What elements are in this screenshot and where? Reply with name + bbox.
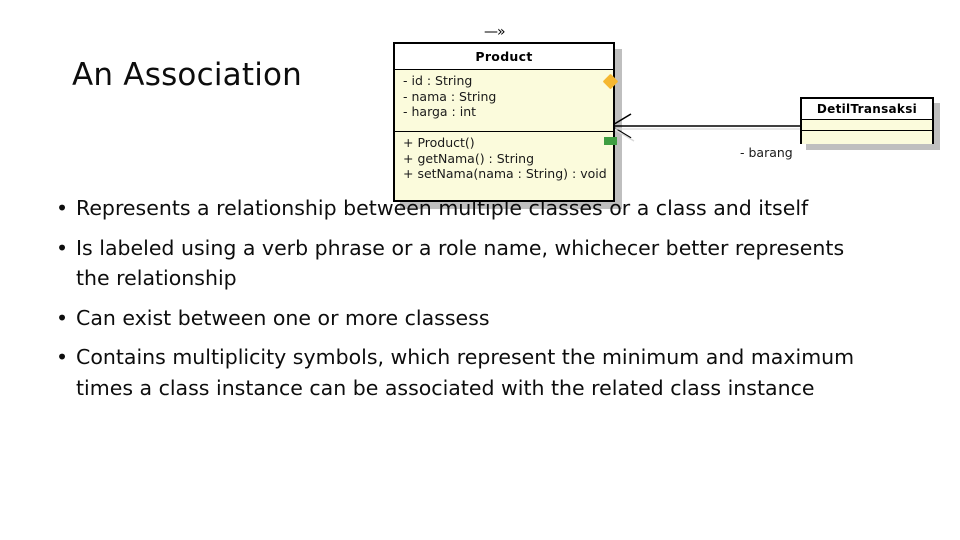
class-method: + Product() — [403, 135, 475, 150]
class-attribute: - harga : int — [403, 104, 477, 119]
class-methods-product: + Product() + getNama() : String + setNa… — [395, 132, 613, 200]
list-item: Can exist between one or more classess — [46, 303, 876, 334]
class-name-detiltransaksi: DetilTransaksi — [802, 99, 932, 120]
class-method: + setNama(nama : String) : void — [403, 166, 607, 181]
class-attributes-product: - id : String - nama : String - harga : … — [395, 70, 613, 132]
class-box-detiltransaksi[interactable]: DetilTransaksi — [800, 97, 934, 144]
class-name-product: Product — [395, 44, 613, 70]
list-item: Is labeled using a verb phrase or a role… — [46, 233, 876, 294]
class-methods-detiltransaksi — [802, 131, 932, 144]
association-role-label: - barang — [740, 145, 793, 160]
uml-class-diagram[interactable]: —» Product - id : String - nama : String… — [380, 14, 940, 209]
slide-canvas: An Association —» Product - id : String … — [0, 0, 960, 540]
association-connector-icon — [610, 113, 801, 142]
bullet-list: Represents a relationship between multip… — [46, 193, 876, 412]
square-handle-icon[interactable] — [604, 137, 617, 145]
class-attributes-detiltransaksi — [802, 120, 932, 131]
page-title: An Association — [72, 57, 303, 93]
class-attribute: - id : String — [403, 73, 473, 88]
stereotype-arrow-icon: —» — [484, 24, 506, 40]
class-box-product[interactable]: Product - id : String - nama : String - … — [393, 42, 615, 202]
class-method: + getNama() : String — [403, 150, 535, 166]
list-item: Contains multiplicity symbols, which rep… — [46, 342, 876, 403]
class-attribute: - nama : String — [403, 88, 497, 104]
